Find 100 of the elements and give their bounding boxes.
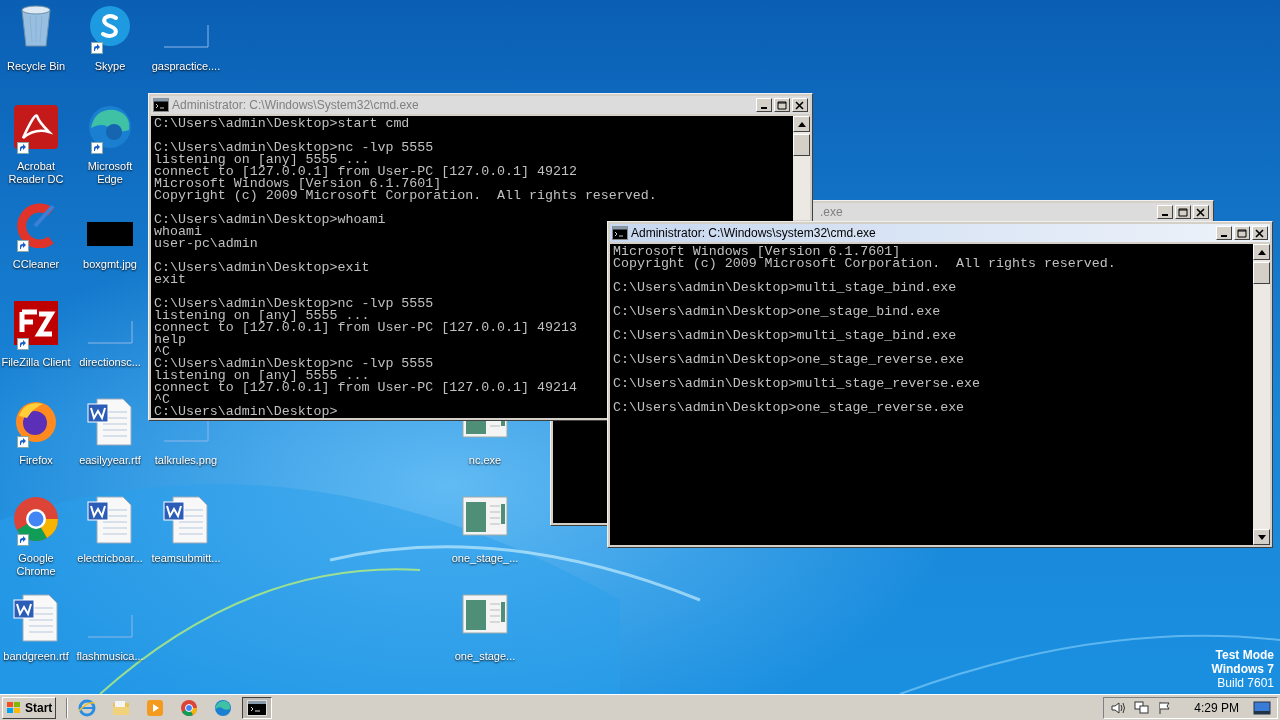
scroll-thumb[interactable] [1253,262,1270,284]
close-icon [795,100,805,110]
edge-icon [87,104,133,150]
console-line: Copyright (c) 2009 Microsoft Corporation. All rights reserved. [154,190,657,202]
console-icon [247,699,268,716]
speaker-icon[interactable] [1110,700,1127,715]
taskbar-app-button[interactable] [242,696,273,719]
file-thumbnail-icon [163,418,209,442]
desktop-icon-label[interactable]: Skype [94,60,126,73]
console-line: whoami [154,226,202,238]
word-document-icon [163,496,209,544]
desktop-icon-label[interactable]: gaspractice.... [151,60,221,73]
edge-icon [214,698,233,717]
console-line: C:\Users\admin\Desktop>multi_stage_bind.exe [613,330,957,342]
console-line: connect to [127.0.0.1] from User-PC [127.0.0.1] 49212 [154,166,577,178]
file-thumbnail-icon [87,614,133,638]
desktop-icon-label[interactable]: Google Chrome [0,552,72,578]
minimize-button[interactable] [1157,205,1173,219]
maximize-icon [1237,228,1247,238]
console-line: Microsoft Windows [Version 6.1.7601] [613,246,901,258]
maximize-icon [777,100,787,110]
maximize-button[interactable] [1175,205,1191,219]
close-icon [1255,228,1265,238]
console-line: C:\Users\admin\Desktop>start cmd [154,118,410,130]
flag-icon[interactable] [1158,700,1173,715]
desktop-icon-label[interactable]: electricboar... [77,552,143,565]
console-line: C:\Users\admin\Desktop>multi_stage_reverse.exe [613,378,981,390]
desktop-icon-label[interactable]: easilyyear.rtf [79,454,141,467]
clock[interactable]: 4:29 PM [1194,698,1239,717]
media-player-icon [146,698,165,717]
minimize-button[interactable] [756,98,772,112]
file-thumbnail-icon [163,24,209,48]
console-icon [612,226,628,240]
system-watermark-text: Build 7601 [1217,676,1274,690]
maximize-button[interactable] [774,98,790,112]
console-line: C:\Users\admin\Desktop>whoami [154,214,386,226]
window-title: .exe [820,204,843,221]
folder-icon [112,699,131,716]
start-button[interactable]: Start [2,696,57,719]
minimize-button[interactable] [1216,226,1232,240]
scroll-down-button[interactable] [1253,529,1270,545]
scroll-up-button[interactable] [793,116,810,132]
network-icon[interactable] [1134,700,1151,715]
maximize-button[interactable] [1234,226,1250,240]
maximize-icon [1178,207,1188,217]
console-line: C:\Users\admin\Desktop>one_stage_reverse.exe [613,354,965,366]
console-line: C:\Users\admin\Desktop> [154,406,338,418]
desktop-icon-label[interactable]: Recycle Bin [6,60,66,73]
close-icon [1196,207,1206,217]
desktop-icon-label[interactable]: Microsoft Edge [74,160,146,186]
console-line: C:\Users\admin\Desktop>one_stage_bind.exe [613,306,941,318]
console-line: help [154,334,186,346]
file-thumbnail-icon [87,320,133,344]
scrollbar[interactable] [1253,244,1270,545]
scroll-up-icon [797,121,806,127]
minimize-icon [761,106,767,109]
scroll-up-button[interactable] [1253,244,1270,260]
application-window-icon [462,594,508,634]
console-line: ^C [154,394,170,406]
minimize-icon [1162,213,1168,216]
close-button[interactable] [1252,226,1268,240]
desktop-icon-label[interactable]: Acrobat Reader DC [0,160,72,186]
desktop-icon-label[interactable]: one_stage_... [451,552,519,565]
console-line: C:\Users\admin\Desktop>nc -lvp 5555 [154,142,434,154]
console-line: connect to [127.0.0.1] from User-PC [127.0.0.1] 49213 [154,322,577,334]
desktop-icon-label[interactable]: flashmusica... [76,650,144,663]
desktop-icon-label[interactable]: directionsc... [79,356,141,369]
console-line: C:\Users\admin\Desktop>multi_stage_bind.exe [613,282,957,294]
desktop-icon-label[interactable]: nc.exe [468,454,502,467]
close-button[interactable] [792,98,808,112]
console-icon [153,98,169,112]
scroll-up-icon [1257,249,1266,255]
console-line: listening on [any] 5555 ... [154,370,370,382]
console-line: exit [154,274,186,286]
desktop-icon-label[interactable]: bandgreen.rtf [3,650,69,663]
desktop-icon-label[interactable]: boxgmt.jpg [83,258,137,271]
scroll-thumb[interactable] [793,134,810,156]
console-line: ^C [154,346,170,358]
application-window-icon [462,496,508,536]
word-document-icon [13,594,59,642]
console-line: Microsoft Windows [Version 6.1.7601] [154,178,442,190]
console-line: listening on [any] 5555 ... [154,310,370,322]
desktop-icon-label[interactable]: one_stage... [454,650,516,663]
chrome-icon [180,698,199,717]
console-line: listening on [any] 5555 ... [154,154,370,166]
desktop-icon-label[interactable]: teamsubmitt... [151,552,221,565]
filezilla-icon [13,300,59,346]
desktop-icon-label[interactable]: FileZilla Client [1,356,71,369]
desktop-icon-label[interactable]: Firefox [19,454,53,467]
console-line: Copyright (c) 2009 Microsoft Corporation. All rights reserved. [613,258,1116,270]
console-line: C:\Users\admin\Desktop>nc -lvp 5555 [154,358,434,370]
console-line: C:\Users\admin\Desktop>nc -lvp 5555 [154,298,434,310]
desktop-icon-label[interactable]: CCleaner [12,258,60,271]
word-document-icon [87,398,133,446]
scrollbar[interactable] [793,116,810,220]
console-line: user-pc\admin [154,238,258,250]
show-desktop-icon[interactable] [1253,700,1271,715]
desktop-icon-label[interactable]: talkrules.png [154,454,218,467]
close-button[interactable] [1193,205,1209,219]
window-title: Administrator: C:\Windows\system32\cmd.exe [631,225,876,242]
